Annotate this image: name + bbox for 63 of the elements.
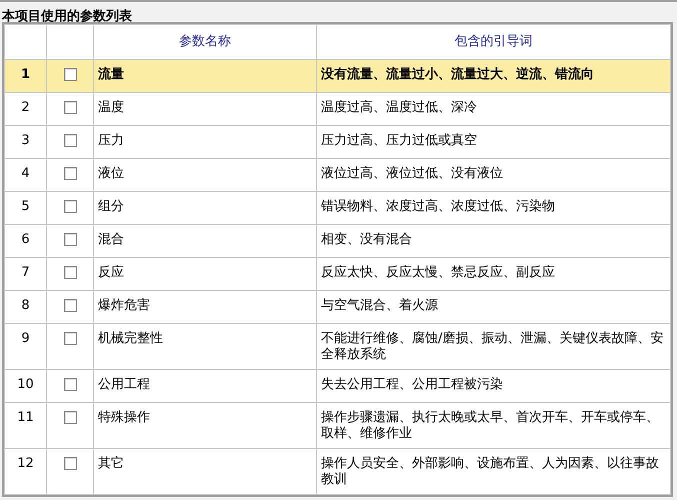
table-cell: 特殊操作: [94, 402, 316, 448]
checkbox[interactable]: [64, 332, 76, 345]
table-row[interactable]: 7 反应 反应太快、反应太慢、禁忌反应、副反应: [4, 258, 670, 290]
table-row[interactable]: 9 机械完整性 不能进行维修、腐蚀/磨损、振动、泄漏、关键仪表故障、安全释放系统: [4, 324, 670, 370]
table-cell: 液位: [94, 158, 316, 192]
table-row[interactable]: 5 组分 错误物料、浓度过高、浓度过低、污染物: [4, 192, 670, 224]
table-row[interactable]: 1 流量 没有流量、流量过小、流量过大、逆流、错流向: [4, 60, 670, 92]
row-number: 9: [4, 324, 46, 370]
table-row[interactable]: 10 公用工程 失去公用工程、公用工程被污染: [4, 370, 670, 402]
checkbox[interactable]: [64, 134, 76, 147]
table-cell: 流量: [94, 60, 316, 92]
checkbox[interactable]: [64, 411, 76, 424]
column-header: 参数名称: [94, 24, 316, 60]
row-number: 2: [4, 92, 46, 126]
table-row[interactable]: 4 液位 液位过高、液位过低、没有液位: [4, 158, 670, 192]
table-cell: 温度过高、温度过低、深冷: [316, 92, 670, 126]
row-number: 8: [4, 290, 46, 324]
row-number: 5: [4, 192, 46, 224]
table-row[interactable]: 2 温度 温度过高、温度过低、深冷: [4, 92, 670, 126]
table-row[interactable]: 3 压力 压力过高、压力过低或真空: [4, 126, 670, 158]
checkbox[interactable]: [64, 200, 76, 213]
checkbox[interactable]: [64, 457, 76, 470]
table-cell: 失去公用工程、公用工程被污染: [316, 370, 670, 402]
row-number: 10: [4, 370, 46, 402]
column-header: 包含的引导词: [316, 24, 670, 60]
checkbox[interactable]: [64, 233, 76, 246]
table-cell: 操作人员安全、外部影响、设施布置、人为因素、以往事故教训: [316, 448, 670, 494]
table-cell: 没有流量、流量过小、流量过大、逆流、错流向: [316, 60, 670, 92]
panel-title: 本项目使用的参数列表: [2, 10, 132, 23]
table-cell: 组分: [94, 192, 316, 224]
table-cell: 公用工程: [94, 370, 316, 402]
table-cell: 反应: [94, 258, 316, 290]
table-row[interactable]: 6 混合 相变、没有混合: [4, 224, 670, 258]
checkbox[interactable]: [64, 68, 76, 81]
table-row[interactable]: 8 爆炸危害 与空气混合、着火源: [4, 290, 670, 324]
table-cell: 反应太快、反应太慢、禁忌反应、副反应: [316, 258, 670, 290]
checkbox[interactable]: [64, 378, 76, 391]
table-cell: 与空气混合、着火源: [316, 290, 670, 324]
row-number: 6: [4, 224, 46, 258]
row-number: 1: [4, 60, 46, 92]
table-row[interactable]: 11 特殊操作 操作步骤遗漏、执行太晚或太早、首次开车、开车或停车、取样、维修作业: [4, 402, 670, 448]
table-cell: 相变、没有混合: [316, 224, 670, 258]
row-number: 4: [4, 158, 46, 192]
table-cell: 压力过高、压力过低或真空: [316, 126, 670, 158]
table-cell: 机械完整性: [94, 324, 316, 370]
table-cell: 操作步骤遗漏、执行太晚或太早、首次开车、开车或停车、取样、维修作业: [316, 402, 670, 448]
table-cell: 其它: [94, 448, 316, 494]
checkbox[interactable]: [64, 167, 76, 180]
table-cell: 压力: [94, 126, 316, 158]
row-number: 12: [4, 448, 46, 494]
checkbox[interactable]: [64, 101, 76, 114]
table-cell: 温度: [94, 92, 316, 126]
table-cell: 不能进行维修、腐蚀/磨损、振动、泄漏、关键仪表故障、安全释放系统: [316, 324, 670, 370]
table-cell: 混合: [94, 224, 316, 258]
row-number: 11: [4, 402, 46, 448]
row-number: 3: [4, 126, 46, 158]
checkbox[interactable]: [64, 266, 76, 279]
checkbox[interactable]: [64, 299, 76, 312]
table-cell: 液位过高、液位过低、没有液位: [316, 158, 670, 192]
row-number: 7: [4, 258, 46, 290]
table-cell: 错误物料、浓度过高、浓度过低、污染物: [316, 192, 670, 224]
table-cell: 爆炸危害: [94, 290, 316, 324]
table-row[interactable]: 12 其它 操作人员安全、外部影响、设施布置、人为因素、以往事故教训: [4, 448, 670, 494]
